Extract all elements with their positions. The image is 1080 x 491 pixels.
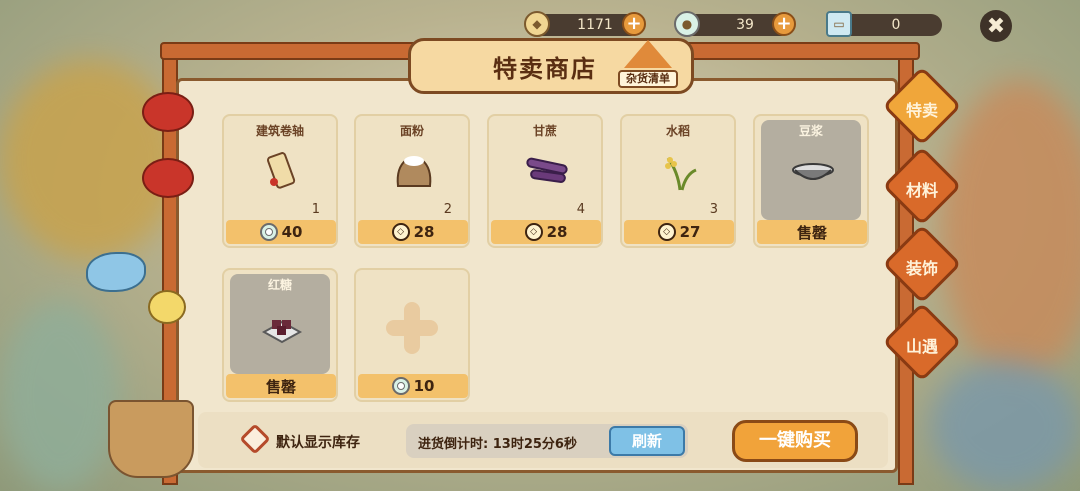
item-quantity: 1 [311,202,320,217]
tab-decorations-label: 装饰 [905,259,938,278]
item-name: 豆浆 [798,124,823,138]
jade-coin-counter: ● 39 + [674,11,796,37]
lantern-icon [142,158,194,198]
shop-roof-icon [624,40,672,68]
page-title: 特卖商店 [493,54,597,83]
tab-mountain-encounter-label: 山遇 [905,337,938,356]
item-name: 建筑卷轴 [255,124,304,138]
item-price: ◇ 28 [491,220,601,244]
jade-coin-icon [391,377,410,395]
shop-item-card[interactable]: 建筑卷轴 1 40 [222,114,338,248]
price-value: 27 [679,223,701,241]
refresh-button[interactable]: 刷新 [609,426,685,456]
plus-slot-icon [384,300,440,356]
item-name: 水稻 [665,124,690,138]
sold-out-label: 售罄 [757,220,867,244]
shop-item-card[interactable]: 面粉 2 ◇ 28 [354,114,470,248]
close-button[interactable]: ✖ [980,10,1012,42]
close-icon: ✖ [986,13,1006,39]
price-value: 10 [413,377,435,395]
buy-all-button[interactable]: 一键购买 [732,420,858,462]
shop-item-card[interactable]: 水稻 3 ◇ 27 [620,114,736,248]
background-scenery [0,60,180,260]
copper-coin-icon: ◇ [524,223,543,241]
soy-milk-bowl-icon [791,148,835,192]
item-price: 40 [226,220,336,244]
grocery-list-button[interactable]: 杂货清单 [618,40,678,92]
item-quantity: 3 [709,202,718,217]
item-price: 10 [358,374,468,398]
grocery-list-label: 杂货清单 [618,70,678,88]
fish-kite-icon [86,252,146,292]
tab-special-sale-label: 特卖 [905,101,938,120]
candy-basket-icon [108,400,194,478]
background-scenery [940,80,1080,380]
add-slot-card[interactable]: 10 [354,268,470,402]
item-quantity: 2 [443,202,452,217]
copper-coin-counter: ◆ 1171 + [524,11,646,37]
jade-coin-icon [259,223,278,241]
background-scenery [0,300,120,491]
restock-timer: 进货倒计时: 13时25分6秒 [418,437,577,452]
background-scenery [930,360,1080,491]
price-value: 28 [413,223,435,241]
brown-sugar-icon [260,302,304,346]
tab-materials-label: 材料 [905,181,938,200]
copper-coin-icon: ◆ [524,11,550,37]
lantern-icon [142,92,194,132]
copper-coin-icon: ◇ [391,223,410,241]
shop-item-card[interactable]: 红糖 售罄 [222,268,338,402]
item-name: 红糖 [267,278,292,292]
sold-out-label: 售罄 [226,374,336,398]
sugarcane-icon [525,148,569,192]
add-jade-coin-button[interactable]: + [772,12,796,36]
item-price: ◇ 27 [624,220,734,244]
copper-coin-icon: ◇ [657,223,676,241]
price-value: 28 [546,223,568,241]
add-copper-coin-button[interactable]: + [622,12,646,36]
rice-stalk-icon [658,148,702,192]
item-price: ◇ 28 [358,220,468,244]
shop-item-card[interactable]: 豆浆 售罄 [753,114,869,248]
item-name: 面粉 [399,124,424,138]
price-value: 40 [281,223,303,241]
banknote-icon: ▭ [826,11,852,37]
item-quantity: 4 [576,202,585,217]
jade-coin-icon: ● [674,11,700,37]
cat-candy-icon [148,290,186,324]
item-name: 甘蔗 [532,124,557,138]
shop-item-card[interactable]: 甘蔗 4 ◇ 28 [487,114,603,248]
scroll-icon [260,148,304,192]
flour-sack-icon [392,148,436,192]
show-stock-label: 默认显示库存 [276,435,360,451]
banknote-counter: ▭ 0 [826,11,942,37]
